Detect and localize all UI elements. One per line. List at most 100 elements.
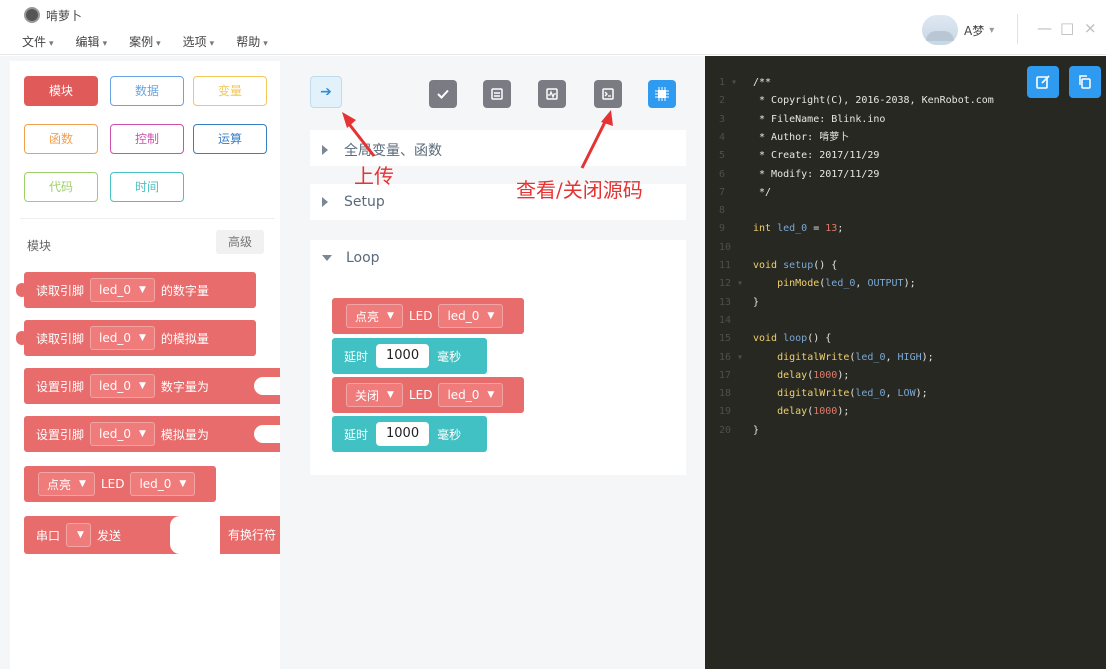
pin-dropdown[interactable]: led_0 ▼: [130, 472, 196, 496]
code-text: * FileName: Blink.ino: [753, 113, 886, 125]
menu-edit[interactable]: 编辑 ▾: [76, 33, 108, 50]
block-digital-write[interactable]: 设置引脚 led_0 ▼ 数字量为: [24, 368, 280, 404]
chevron-down-icon: ▼: [138, 381, 146, 391]
line-number: 20: [719, 424, 732, 436]
block-label: LED: [408, 309, 433, 323]
section-loop[interactable]: Loop 点亮 ▼ LED led_0 ▼ 延时 1000 毫秒 关闭 ▼ LED l…: [310, 240, 686, 475]
maximize-button[interactable]: □: [1060, 20, 1074, 36]
delay-value-input[interactable]: 1000: [376, 422, 430, 446]
block-led[interactable]: 点亮 ▼ LED led_0 ▼: [24, 466, 216, 502]
chevron-down-icon: ▾: [989, 24, 995, 36]
pin-dropdown[interactable]: led_0 ▼: [438, 304, 504, 328]
category-data[interactable]: 数据: [110, 76, 184, 106]
category-control[interactable]: 控制: [110, 124, 184, 154]
loop-block-led-off[interactable]: 关闭 ▼ LED led_0 ▼: [332, 377, 524, 413]
block-palette: 模块 数据 变量 函数 控制 运算 代码 时间 模块 高级 读取引脚 led_0…: [0, 56, 290, 669]
line-number: 6: [719, 168, 726, 180]
block-serial-send[interactable]: 串口 ▼ 发送 有换行符: [24, 516, 280, 554]
line-number: 1 ▾: [719, 77, 738, 88]
minimize-button[interactable]: —: [1037, 20, 1052, 36]
block-analog-write[interactable]: 设置引脚 led_0 ▼ 模拟量为: [24, 416, 280, 452]
category-operator[interactable]: 运算: [193, 124, 267, 154]
arrow-icon: [580, 110, 613, 169]
code-line: 10: [705, 239, 1106, 257]
section-label: 模块: [27, 239, 52, 253]
chevron-down-icon: ▾: [263, 39, 268, 49]
block-label: 模拟量为: [160, 427, 209, 442]
block-label: 延时: [344, 427, 369, 442]
code-line: 19 delay(1000);: [705, 403, 1106, 421]
code-line: 3 * FileName: Blink.ino: [705, 111, 1106, 129]
code-text: pinMode(led_0, OUTPUT);: [777, 278, 916, 290]
code-line: 7 */: [705, 184, 1106, 202]
menu-examples[interactable]: 案例 ▾: [129, 33, 161, 50]
menu-help[interactable]: 帮助 ▾: [236, 33, 268, 50]
code-line: 13}: [705, 294, 1106, 312]
menu-options[interactable]: 选项 ▾: [183, 33, 215, 50]
loop-block-delay[interactable]: 延时 1000 毫秒: [332, 338, 487, 374]
category-variable[interactable]: 变量: [193, 76, 267, 106]
category-time[interactable]: 时间: [110, 172, 184, 202]
category-module[interactable]: 模块: [24, 76, 98, 106]
line-number: 8: [719, 205, 726, 217]
code-line: 6 * Modify: 2017/11/29: [705, 166, 1106, 184]
delay-value-input[interactable]: 1000: [376, 344, 430, 368]
line-number: 17: [719, 369, 732, 381]
source-annotation: 查看/关闭源码: [516, 178, 643, 202]
code-line: 9 int led_0 = 13;: [705, 220, 1106, 238]
block-label: 的模拟量: [160, 331, 209, 346]
block-label: 读取引脚: [36, 283, 85, 298]
line-number: 15: [719, 333, 732, 345]
led-action-dropdown[interactable]: 点亮 ▼: [38, 472, 95, 496]
pin-dropdown[interactable]: led_0 ▼: [90, 374, 155, 398]
code-line: 17 delay(1000);: [705, 367, 1106, 385]
annotation-arrows: [342, 110, 613, 169]
chevron-down-icon: ▼: [487, 390, 495, 400]
code-text: * Copyright(C), 2016-2038, KenRobot.com: [753, 95, 994, 107]
app-window: 啃萝卜 文件 ▾ 编辑 ▾ 案例 ▾ 选项 ▾ 帮助 ▾ A梦 ▾ — □ × 模块 数据…: [0, 0, 1106, 669]
code-text: delay(1000);: [777, 369, 850, 381]
chevron-down-icon: ▾: [102, 39, 108, 49]
chevron-down-icon: ▼: [138, 429, 146, 439]
category-code[interactable]: 代码: [24, 172, 98, 202]
led-action-dropdown[interactable]: 关闭 ▼: [346, 383, 403, 407]
close-button[interactable]: ×: [1084, 20, 1097, 36]
pin-dropdown[interactable]: led_0 ▼: [90, 422, 155, 446]
code-text: int led_0 = 13;: [753, 223, 844, 235]
line-number: 14: [719, 314, 732, 326]
loop-block-delay[interactable]: 延时 1000 毫秒: [332, 416, 487, 452]
code-line: 5 * Create: 2017/11/29: [705, 147, 1106, 165]
pin-dropdown[interactable]: led_0 ▼: [90, 278, 155, 302]
arrow-icon: [342, 112, 376, 157]
chevron-down-icon: ▼: [138, 285, 146, 295]
pin-dropdown[interactable]: led_0 ▼: [438, 383, 504, 407]
value-socket: [254, 377, 280, 395]
led-action-dropdown[interactable]: 点亮 ▼: [346, 304, 403, 328]
line-number: 16 ▾: [719, 351, 744, 363]
code-line: 11 void setup() {: [705, 257, 1106, 275]
code-line: 12 ▾ pinMode(led_0, OUTPUT);: [705, 275, 1106, 293]
code-editor[interactable]: 1 ▾ /** 2 * Copyright(C), 2016-2038, KenRo…: [705, 56, 1106, 669]
line-number: 2: [719, 95, 726, 107]
pin-dropdown[interactable]: led_0 ▼: [90, 326, 155, 350]
palette-inner: 模块 数据 变量 函数 控制 运算 代码 时间 模块 高级 读取引脚 led_0…: [10, 61, 280, 669]
line-number: 13: [719, 296, 732, 308]
title-divider: [1017, 14, 1018, 44]
block-label: 串口: [36, 528, 61, 543]
block-label: 延时: [344, 349, 369, 364]
block-analog-read[interactable]: 读取引脚 led_0 ▼ 的模拟量: [16, 320, 256, 356]
chevron-down-icon: ▼: [487, 311, 495, 321]
user-menu[interactable]: A梦 ▾: [922, 14, 994, 46]
block-label: LED: [100, 477, 125, 491]
line-number: 12 ▾: [719, 278, 744, 290]
category-function[interactable]: 函数: [24, 124, 98, 154]
app-logo-icon: [24, 7, 40, 23]
menu-file[interactable]: 文件 ▾: [22, 33, 54, 50]
code-text: */: [753, 186, 772, 198]
block-digital-read[interactable]: 读取引脚 led_0 ▼ 的数字量: [16, 272, 256, 308]
newline-dropdown[interactable]: 有换行符: [220, 522, 280, 546]
loop-block-led-on[interactable]: 点亮 ▼ LED led_0 ▼: [332, 298, 524, 334]
serial-dropdown[interactable]: ▼: [66, 523, 91, 547]
line-number: 4: [719, 131, 726, 143]
advanced-button[interactable]: 高级: [216, 230, 264, 254]
